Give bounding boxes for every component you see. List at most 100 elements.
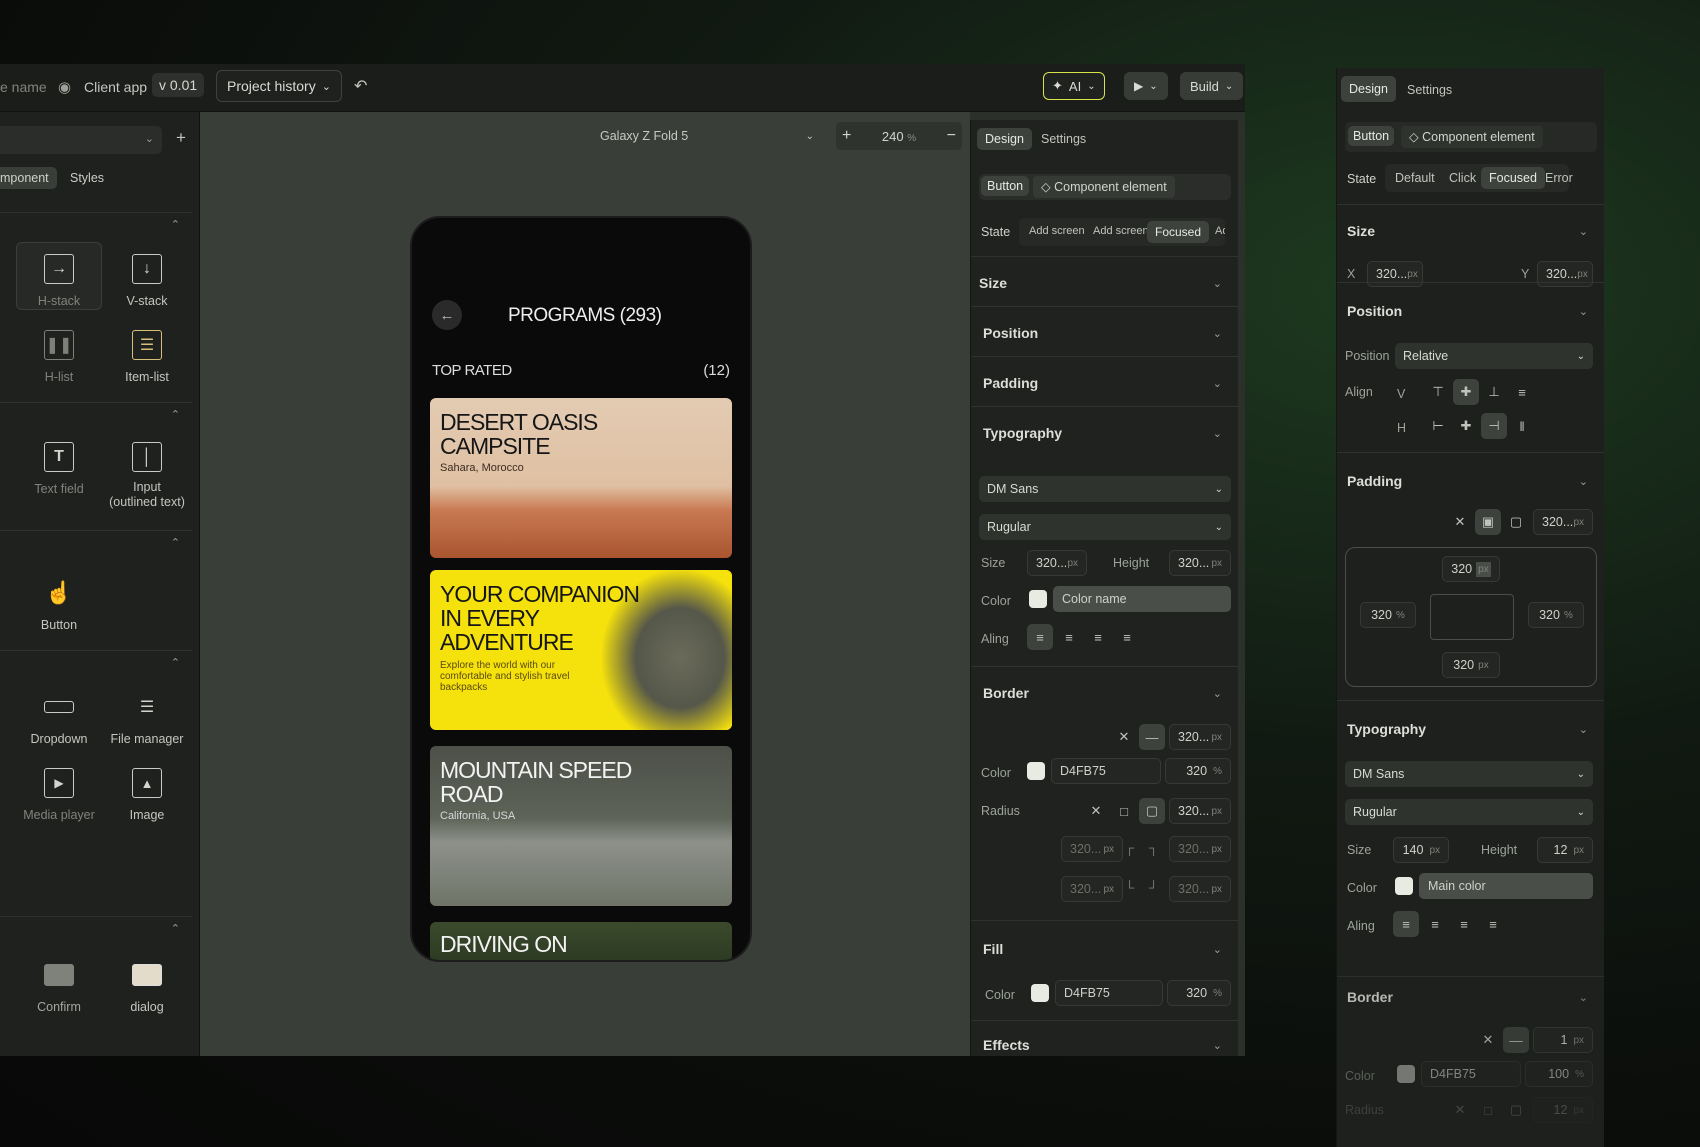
align-left-icon[interactable]: ≡ xyxy=(1027,624,1053,650)
chevron-down-icon[interactable]: ⌄ xyxy=(1579,475,1588,488)
component-dialog[interactable]: dialog xyxy=(108,960,186,1014)
chevron-down-icon[interactable]: ⌄ xyxy=(1579,991,1588,1004)
close-icon[interactable]: ✕ xyxy=(1475,1027,1501,1053)
component-file-manager[interactable]: ☰ File manager xyxy=(108,692,186,746)
build-button[interactable]: Build ⌄ xyxy=(1180,72,1244,100)
align-justify-icon[interactable]: ≡ xyxy=(1114,624,1140,650)
color-swatch[interactable] xyxy=(1029,590,1047,608)
state-tab-error[interactable]: Error xyxy=(1537,167,1581,189)
border-solid-icon[interactable]: — xyxy=(1503,1027,1529,1053)
typography-header[interactable]: Typography xyxy=(1347,721,1426,737)
padding-left-input[interactable]: 320% xyxy=(1360,602,1416,628)
padding-section[interactable]: Padding ⌄ xyxy=(971,356,1238,406)
radius-all-icon[interactable]: ▢ xyxy=(1503,1097,1529,1123)
padding-top-input[interactable]: 320 px xyxy=(1442,556,1500,582)
border-width-input[interactable]: 320... px xyxy=(1169,724,1231,750)
device-select[interactable]: Galaxy Z Fold 5 ⌄ xyxy=(592,122,822,150)
border-color-swatch[interactable] xyxy=(1027,762,1045,780)
component-item-list[interactable]: ☰ Item-list xyxy=(108,330,186,384)
radius-top-right-input[interactable]: 320... px xyxy=(1169,836,1231,862)
component-element-badge[interactable]: ◇ Component element xyxy=(1401,126,1543,148)
group-header[interactable]: ⌃ xyxy=(0,212,192,236)
padding-all-icon[interactable]: ▢ xyxy=(1503,509,1529,535)
padding-right-input[interactable]: 320% xyxy=(1528,602,1584,628)
align-distribute-v-icon[interactable]: ≡ xyxy=(1509,379,1535,405)
zoom-in-icon[interactable]: + xyxy=(842,127,851,145)
component-v-stack[interactable]: ↓ V-stack xyxy=(108,254,186,308)
typography-section[interactable]: Typography ⌄ xyxy=(971,406,1238,456)
state-tab-click[interactable]: Click xyxy=(1441,167,1484,189)
fill-section[interactable]: Fill ⌄ xyxy=(971,920,1238,970)
line-height-input[interactable]: 12 px xyxy=(1537,837,1593,863)
component-image[interactable]: ▲ Image xyxy=(108,768,186,822)
border-width-input[interactable]: 1 px xyxy=(1533,1027,1593,1053)
component-h-list[interactable]: ❚❚ H-list xyxy=(20,330,98,384)
project-history-button[interactable]: Project history ⌄ xyxy=(216,70,342,102)
border-solid-icon[interactable]: — xyxy=(1139,724,1165,750)
component-text-field[interactable]: T Text field xyxy=(20,442,98,496)
state-tab-focused[interactable]: Focused xyxy=(1481,167,1545,189)
border-opacity-input[interactable]: 100% xyxy=(1525,1061,1593,1087)
state-tab-default[interactable]: Default xyxy=(1387,167,1443,189)
align-right-icon[interactable]: ≡ xyxy=(1085,624,1111,650)
tab-settings[interactable]: Settings xyxy=(1033,128,1094,150)
tab-design[interactable]: Design xyxy=(977,128,1032,150)
border-section[interactable]: Border ⌄ xyxy=(971,666,1238,716)
program-card[interactable]: DRIVING ON xyxy=(430,922,732,960)
radius-individual-icon[interactable]: □ xyxy=(1111,798,1137,824)
padding-input[interactable]: 320... px xyxy=(1533,509,1593,535)
padding-bottom-input[interactable]: 320 px xyxy=(1442,652,1500,678)
chevron-down-icon[interactable]: ⌄ xyxy=(1579,225,1588,238)
app-name[interactable]: Client app xyxy=(84,79,147,95)
color-swatch[interactable] xyxy=(1395,877,1413,895)
group-header[interactable]: ⌃ xyxy=(0,650,192,674)
group-header[interactable]: ⌃ xyxy=(0,402,192,426)
radius-top-left-input[interactable]: 320... px xyxy=(1061,836,1123,862)
align-justify-icon[interactable]: ≡ xyxy=(1480,911,1506,937)
radius-bottom-left-input[interactable]: 320... px xyxy=(1061,876,1123,902)
chevron-down-icon[interactable]: ⌄ xyxy=(1579,305,1588,318)
padding-header[interactable]: Padding xyxy=(1347,473,1402,489)
radius-input[interactable]: 12 px xyxy=(1533,1097,1593,1123)
tab-component[interactable]: mponent xyxy=(0,167,57,189)
add-icon[interactable]: + xyxy=(176,128,186,148)
align-center-icon[interactable]: ≡ xyxy=(1056,624,1082,650)
file-name[interactable]: e name xyxy=(0,79,47,95)
element-type-button[interactable]: Button xyxy=(981,176,1030,196)
font-size-input[interactable]: 320... px xyxy=(1027,550,1087,576)
align-top-icon[interactable]: ⊤ xyxy=(1425,379,1451,405)
component-input[interactable]: │ Input (outlined text) xyxy=(100,442,194,510)
border-color-swatch[interactable] xyxy=(1397,1065,1415,1083)
font-family-select[interactable]: DM Sans ⌄ xyxy=(1345,761,1593,787)
fill-color-swatch[interactable] xyxy=(1031,984,1049,1002)
padding-individual-icon[interactable]: ▣ xyxy=(1475,509,1501,535)
radius-all-icon[interactable]: ▢ xyxy=(1139,798,1165,824)
font-weight-select[interactable]: Rugular ⌄ xyxy=(979,514,1231,540)
font-family-select[interactable]: DM Sans ⌄ xyxy=(979,476,1231,502)
radius-bottom-right-input[interactable]: 320... px xyxy=(1169,876,1231,902)
state-tab-focused[interactable]: Focused xyxy=(1147,221,1210,243)
ai-button[interactable]: ✦ AI ⌄ xyxy=(1043,72,1105,100)
color-name-input[interactable]: Main color xyxy=(1419,873,1593,899)
position-header[interactable]: Position xyxy=(1347,303,1402,319)
program-card[interactable]: MOUNTAIN SPEED ROAD California, USA xyxy=(430,746,732,906)
radius-input[interactable]: 320... px xyxy=(1169,798,1231,824)
library-select[interactable]: ⌄ xyxy=(0,126,162,154)
effects-section[interactable]: Effects ⌄ xyxy=(971,1020,1238,1056)
close-icon[interactable]: ✕ xyxy=(1083,798,1109,824)
state-tab[interactable]: Ad xyxy=(1207,221,1225,241)
position-select[interactable]: Relative ⌄ xyxy=(1395,343,1593,369)
element-type-button[interactable]: Button xyxy=(1348,126,1395,146)
radius-individual-icon[interactable]: □ xyxy=(1475,1097,1501,1123)
fill-opacity-input[interactable]: 320% xyxy=(1167,980,1231,1006)
size-header[interactable]: Size xyxy=(1347,223,1375,239)
color-name-input[interactable]: Color name xyxy=(1053,586,1231,612)
chevron-down-icon[interactable]: ⌄ xyxy=(1579,723,1588,736)
align-left-icon[interactable]: ≡ xyxy=(1393,911,1419,937)
border-color-input[interactable]: D4FB75 xyxy=(1421,1061,1521,1087)
position-section[interactable]: Position ⌄ xyxy=(971,306,1238,356)
border-color-input[interactable]: D4FB75 xyxy=(1051,758,1161,784)
tab-settings[interactable]: Settings xyxy=(1399,79,1460,101)
component-button[interactable]: ☝ Button xyxy=(20,578,98,632)
size-section[interactable]: Size ⌄ xyxy=(971,256,1238,306)
